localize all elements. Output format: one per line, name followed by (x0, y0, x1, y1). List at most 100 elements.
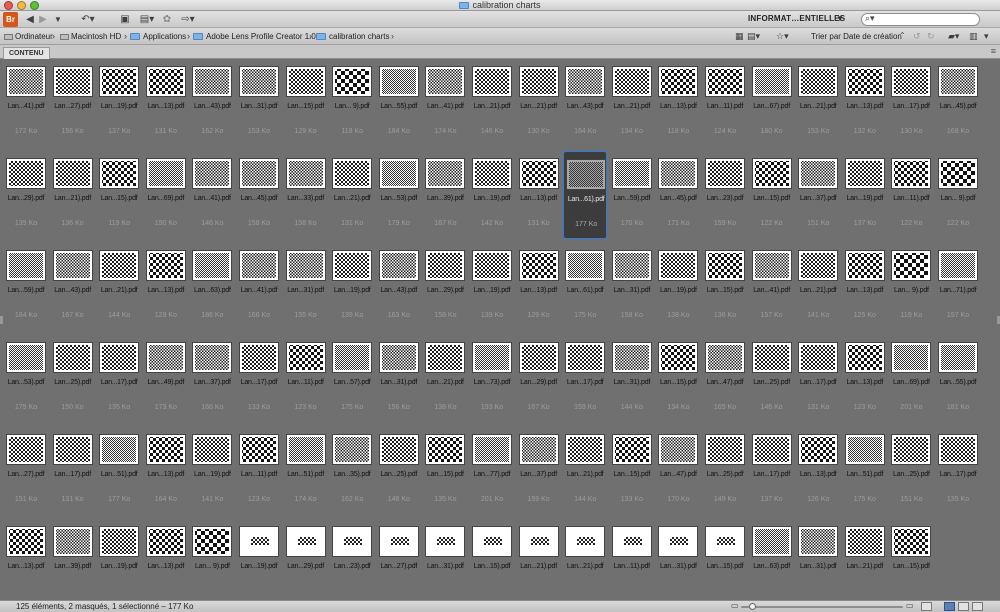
thumbnail-item[interactable]: Lan...11).pdf 122 Ko (889, 151, 933, 239)
thumbnail-item[interactable]: Lan...15).pdf 122 Ko (750, 151, 794, 239)
thumbnail-item[interactable]: Lan...13).pdf 129 Ko (144, 243, 188, 331)
thumbnail-item[interactable]: Lan...45).pdf 168 Ko (936, 59, 980, 147)
delete-trash-icon[interactable]: ▥ (969, 31, 978, 42)
thumbnail-item[interactable]: Lan...63).pdf (750, 519, 794, 607)
thumbnail-item[interactable]: Lan...19).pdf 139 Ko (330, 243, 374, 331)
thumbnail-item[interactable]: Lan...13).pdf 131 Ko (144, 59, 188, 147)
zoom-out-icon[interactable]: ▭ (731, 601, 739, 610)
breadcrumb-item-macintosh-hd[interactable]: Macintosh HD (60, 32, 121, 41)
thumbnail-item[interactable]: Lan...27).pdf (377, 519, 421, 607)
thumbnail-item[interactable]: Lan...21).pdf 130 Ko (517, 59, 561, 147)
thumbnail-item[interactable]: Lan...21).pdf 144 Ko (97, 243, 141, 331)
thumbnail-item[interactable]: Lan...29).pdf 167 Ko (517, 335, 561, 423)
back-arrow-icon[interactable]: ◀ (24, 13, 36, 26)
thumbnail-item[interactable]: Lan...59).pdf 184 Ko (4, 243, 48, 331)
thumbnail-item[interactable]: Lan... 9).pdf 118 Ko (330, 59, 374, 147)
thumbnail-item[interactable]: Lan...19).pdf 137 Ko (97, 59, 141, 147)
thumbnail-item[interactable]: Lan...21).pdf (517, 519, 561, 607)
thumbnail-item[interactable]: Lan...51).pdf 174 Ko (284, 427, 328, 515)
thumbnail-item[interactable]: Lan...21).pdf 134 Ko (610, 59, 654, 147)
thumbnail-item[interactable]: Lan...51).pdf 175 Ko (843, 427, 887, 515)
thumbnail-item[interactable]: Lan...13).pdf 164 Ko (144, 427, 188, 515)
thumbnail-item[interactable]: Lan...73).pdf 193 Ko (470, 335, 514, 423)
thumbnail-item[interactable]: Lan...15).pdf 136 Ko (703, 243, 747, 331)
thumbnail-item[interactable]: Lan...63).pdf 186 Ko (190, 243, 234, 331)
thumbnail-item[interactable]: Lan...29).pdf (284, 519, 328, 607)
thumbnail-item[interactable]: Lan...21).pdf 131 Ko (330, 151, 374, 239)
thumbnail-item[interactable]: Lan...59).pdf 170 Ko (610, 151, 654, 239)
breadcrumb-item-computer[interactable]: Ordinateur (4, 32, 53, 41)
thumbnail-item[interactable]: Lan...13).pdf 125 Ko (843, 243, 887, 331)
thumbnail-item[interactable]: Lan...47).pdf 165 Ko (703, 335, 747, 423)
thumbnail-item[interactable]: Lan...27).pdf 156 Ko (51, 59, 95, 147)
thumbnail-item[interactable]: Lan...25).pdf 148 Ko (377, 427, 421, 515)
zoom-in-icon[interactable]: ▭ (906, 601, 914, 610)
thumbnail-item[interactable]: Lan...17).pdf 130 Ko (889, 59, 933, 147)
thumbnail-item[interactable]: Lan...37).pdf 151 Ko (796, 151, 840, 239)
thumbnail-item[interactable]: Lan...17).pdf 135 Ko (97, 335, 141, 423)
thumbnail-item[interactable]: Lan...61).pdf 177 Ko (563, 151, 608, 239)
thumbnail-item[interactable]: Lan...49).pdf 173 Ko (144, 335, 188, 423)
workspace-dropdown-icon[interactable]: ▼ (836, 14, 844, 23)
thumbnail-item[interactable]: Lan... 9).pdf 122 Ko (936, 151, 980, 239)
bridge-logo[interactable]: Br (3, 12, 18, 27)
rating-filter-star-icon[interactable]: ☆▾ (776, 31, 789, 42)
view-list-icon[interactable] (972, 602, 983, 611)
thumbnail-item[interactable]: Lan...17).pdf 137 Ko (750, 427, 794, 515)
thumbnail-item[interactable]: Lan...39).pdf (51, 519, 95, 607)
breadcrumb-item-lens-profile-creator[interactable]: Adobe Lens Profile Creator 1.0 (193, 32, 316, 41)
history-dropdown-icon[interactable]: ▼ (53, 13, 63, 26)
left-panel-grip-icon[interactable] (0, 316, 3, 324)
thumbnail-item[interactable]: Lan...11).pdf (610, 519, 654, 607)
thumbnail-item[interactable]: Lan...31).pdf 153 Ko (237, 59, 281, 147)
thumbnail-item[interactable]: Lan...19).pdf 137 Ko (843, 151, 887, 239)
thumbnail-item[interactable]: Lan...45).pdf 158 Ko (237, 151, 281, 239)
thumbnail-item[interactable]: Lan...47).pdf 170 Ko (656, 427, 700, 515)
open-in-camera-raw-icon[interactable]: ✿ (161, 13, 173, 26)
search-input[interactable]: ⌕▾ (861, 13, 980, 26)
thumbnail-item[interactable]: Lan...13).pdf 129 Ko (517, 243, 561, 331)
workspace-selector[interactable]: INFORMAT…ENTIELLES (748, 14, 845, 23)
camera-get-photos-icon[interactable]: ▣ (118, 13, 132, 26)
thumbnail-item[interactable]: Lan...21).pdf 136 Ko (51, 151, 95, 239)
thumbnail-item[interactable]: Lan...21).pdf (563, 519, 607, 607)
thumbnail-item[interactable]: Lan...13).pdf 123 Ko (843, 335, 887, 423)
slider-knob[interactable] (748, 603, 756, 610)
thumbnail-item[interactable]: Lan...31).pdf 155 Ko (284, 243, 328, 331)
thumbnail-item[interactable]: Lan...43).pdf 162 Ko (190, 59, 234, 147)
thumbnail-item[interactable]: Lan...13).pdf (4, 519, 48, 607)
thumbnail-item[interactable]: Lan...15).pdf 134 Ko (656, 335, 700, 423)
thumbnail-item[interactable]: Lan...13).pdf (144, 519, 188, 607)
thumbnail-item[interactable]: Lan...31).pdf 144 Ko (610, 335, 654, 423)
thumbnail-item[interactable]: Lan...15).pdf (703, 519, 747, 607)
output-icon[interactable]: ⇨▾ (178, 13, 198, 26)
thumbnail-item[interactable]: Lan...51).pdf 177 Ko (97, 427, 141, 515)
recent-icon[interactable]: ↶▾ (80, 13, 96, 26)
thumbnail-item[interactable]: Lan...55).pdf 184 Ko (377, 59, 421, 147)
thumbnail-item[interactable]: Lan...25).pdf 149 Ko (703, 427, 747, 515)
thumbnail-item[interactable]: Lan...57).pdf 175 Ko (330, 335, 374, 423)
thumbnail-item[interactable]: Lan...33).pdf 158 Ko (284, 151, 328, 239)
thumbnail-item[interactable]: Lan...31).pdf (796, 519, 840, 607)
thumbnail-item[interactable]: Lan...77).pdf 201 Ko (470, 427, 514, 515)
thumbnail-item[interactable]: Lan...17).pdf 133 Ko (237, 335, 281, 423)
thumbnail-item[interactable]: Lan...41).pdf 174 Ko (423, 59, 467, 147)
thumbnail-item[interactable]: Lan...53).pdf 179 Ko (377, 151, 421, 239)
thumbnail-item[interactable]: Lan...17).pdf 131 Ko (796, 335, 840, 423)
thumbnail-item[interactable]: Lan...31).pdf (656, 519, 700, 607)
thumbnail-item[interactable]: Lan...19).pdf 141 Ko (190, 427, 234, 515)
thumbnail-size-slider[interactable] (741, 603, 903, 610)
thumbnail-item[interactable]: Lan...43).pdf 163 Ko (377, 243, 421, 331)
thumbnail-item[interactable]: Lan...43).pdf 164 Ko (563, 59, 607, 147)
sort-dropdown[interactable]: Trier par Date de création (811, 32, 902, 41)
view-options-icon[interactable]: ▤▾ (747, 31, 760, 42)
thumbnail-item[interactable]: Lan...39).pdf 167 Ko (423, 151, 467, 239)
thumbnail-item[interactable]: Lan...41).pdf 166 Ko (237, 243, 281, 331)
rotate-right-icon[interactable]: ↻ (927, 31, 935, 42)
thumbnail-item[interactable]: Lan...21).pdf (843, 519, 887, 607)
sort-ascending-icon[interactable]: ⌃ (899, 31, 906, 40)
thumbnail-item[interactable]: Lan...31).pdf 158 Ko (610, 243, 654, 331)
thumbnail-item[interactable]: Lan...21).pdf 138 Ko (423, 335, 467, 423)
thumbnail-item[interactable]: Lan...17).pdf 159 Ko (563, 335, 607, 423)
thumbnail-item[interactable]: Lan...19).pdf 139 Ko (470, 243, 514, 331)
